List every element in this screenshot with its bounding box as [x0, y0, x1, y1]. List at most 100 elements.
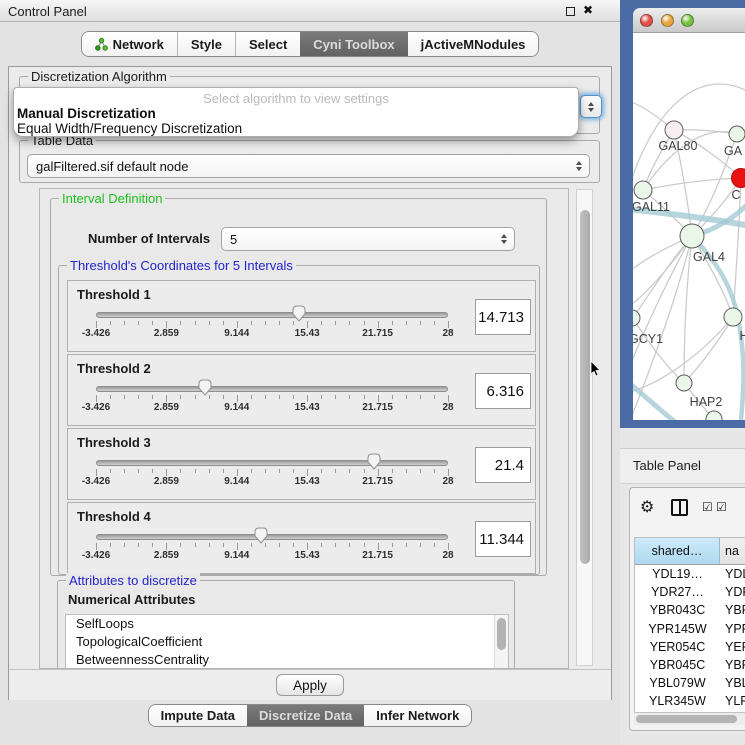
table-cell[interactable]: YDR27… — [635, 583, 720, 601]
scrollbar-thumb[interactable] — [497, 618, 506, 650]
slider-tick — [180, 469, 181, 473]
network-node-GAL80[interactable] — [665, 121, 683, 139]
table-row[interactable]: YER054CYER0 — [635, 638, 745, 656]
table-cell[interactable]: YDR2 — [720, 583, 745, 601]
threshold-value-field[interactable]: 14.713 — [475, 299, 531, 335]
network-node-GA[interactable] — [729, 126, 745, 142]
attribute-list-item[interactable]: TopologicalCoefficient — [66, 633, 508, 651]
tab-cyni-toolbox[interactable]: Cyni Toolbox — [300, 32, 407, 56]
number-of-intervals-combobox[interactable]: 5 — [221, 227, 515, 251]
slider-tick — [110, 543, 111, 547]
tab-network[interactable]: Network — [82, 32, 177, 56]
table-cell[interactable]: YER0 — [720, 638, 745, 656]
attribute-items: SelfLoopsTopologicalCoefficientBetweenne… — [66, 615, 508, 669]
scrollbar-thumb[interactable] — [636, 715, 737, 723]
table-cell[interactable]: YER054C — [635, 638, 720, 656]
slider-tick — [110, 395, 111, 399]
threshold-value-field[interactable]: 6.316 — [475, 373, 531, 409]
algorithm-combo-stepper[interactable] — [580, 95, 602, 118]
close-traffic-light[interactable] — [640, 14, 653, 27]
column-header-name[interactable]: na — [720, 538, 745, 565]
network-node-HAP2[interactable] — [676, 375, 692, 391]
float-window-icon[interactable] — [566, 7, 575, 16]
table-horizontal-scrollbar[interactable] — [634, 712, 745, 725]
network-window-titlebar[interactable] — [633, 8, 745, 33]
network-node-label: GA — [724, 144, 743, 158]
tab-select[interactable]: Select — [235, 32, 300, 56]
slider-track[interactable] — [96, 386, 448, 392]
slider-tick-label: 9.144 — [212, 402, 262, 413]
slider-tick-label: 28 — [423, 328, 473, 339]
attributes-scrollbar[interactable] — [494, 615, 508, 669]
table-row[interactable]: YBR045CYBR0 — [635, 656, 745, 674]
node-table[interactable]: shared… na YDL19…YDL1YDR27…YDR2YBR043CYB… — [634, 537, 745, 712]
slider-tick — [321, 469, 322, 473]
slider-tick — [166, 321, 167, 328]
slider-thumb[interactable] — [366, 453, 382, 470]
slider-track[interactable] — [96, 460, 448, 466]
table-cell[interactable]: YBR045C — [635, 656, 720, 674]
tab-impute-data[interactable]: Impute Data — [149, 705, 247, 726]
network-node-GCY1[interactable] — [633, 310, 640, 326]
menu-item-manual-discretization[interactable]: Manual Discretization — [17, 106, 156, 121]
slider-track[interactable] — [96, 312, 448, 318]
checkbox-icon[interactable]: ☑ — [702, 500, 713, 514]
attribute-list-item[interactable]: BetweennessCentrality — [66, 651, 508, 669]
split-columns-icon[interactable] — [671, 499, 688, 516]
tab-infer-network[interactable]: Infer Network — [364, 705, 471, 726]
slider-tick — [378, 395, 379, 402]
table-row[interactable]: YPR145WYPR1 — [635, 620, 745, 638]
scrollbar-thumb[interactable] — [580, 210, 590, 564]
table-cell[interactable]: YBR043C — [635, 601, 720, 619]
tab-jactivemnodules[interactable]: jActiveMNodules — [408, 32, 539, 56]
slider-tick — [392, 395, 393, 399]
numerical-attributes-list[interactable]: SelfLoopsTopologicalCoefficientBetweenne… — [65, 614, 509, 669]
network-node-H[interactable] — [724, 308, 742, 326]
table-toolbar: ⚙ ☑ ☑ — [630, 488, 745, 528]
table-row[interactable]: YDL19…YDL1 — [635, 565, 745, 583]
table-cell[interactable]: YLR3 — [720, 692, 745, 710]
table-cell[interactable]: YBL079W — [635, 674, 720, 692]
table-cell[interactable]: YPR145W — [635, 620, 720, 638]
table-row[interactable]: YLR345WYLR3 — [635, 692, 745, 710]
table-cell[interactable]: YBR0 — [720, 601, 745, 619]
network-node-GAL4[interactable] — [680, 224, 704, 248]
slider-tick — [180, 321, 181, 325]
table-cell[interactable]: YLR345W — [635, 692, 720, 710]
network-node-GAL11[interactable] — [634, 181, 652, 199]
network-canvas[interactable]: GAL80GACGAL11GAL4GCY1HHAP2 — [633, 33, 745, 420]
table-cell[interactable]: YDL1 — [720, 565, 745, 583]
minimize-traffic-light[interactable] — [661, 14, 674, 27]
table-cell[interactable]: YDL19… — [635, 565, 720, 583]
table-cell[interactable]: YPR1 — [720, 620, 745, 638]
slider-tick — [434, 543, 435, 547]
gear-icon[interactable]: ⚙ — [640, 497, 654, 517]
settings-scrollbar[interactable] — [576, 189, 593, 666]
slider-thumb[interactable] — [197, 379, 213, 396]
algorithm-dropdown-popup: Select algorithm to view settings Manual… — [13, 87, 579, 137]
slider-track[interactable] — [96, 534, 448, 540]
table-row[interactable]: YBL079WYBL0 — [635, 674, 745, 692]
slider-tick — [195, 543, 196, 547]
table-cell[interactable]: YBL0 — [720, 674, 745, 692]
tab-discretize-data[interactable]: Discretize Data — [247, 705, 364, 726]
slider-thumb[interactable] — [291, 305, 307, 322]
table-row[interactable]: YBR043CYBR0 — [635, 601, 745, 619]
slider-thumb[interactable] — [253, 527, 269, 544]
checkbox-icon[interactable]: ☑ — [716, 500, 727, 514]
table-data-combobox[interactable]: galFiltered.sif default node — [27, 154, 590, 178]
threshold-title: Threshold 1 — [77, 287, 151, 302]
slider-tick — [166, 543, 167, 550]
table-row[interactable]: YDR27…YDR2 — [635, 583, 745, 601]
menu-item-equal-width-frequency[interactable]: Equal Width/Frequency Discretization — [17, 121, 242, 136]
threshold-value-field[interactable]: 21.4 — [475, 447, 531, 483]
zoom-traffic-light[interactable] — [681, 14, 694, 27]
attribute-list-item[interactable]: SelfLoops — [66, 615, 508, 633]
slider-tick — [195, 469, 196, 473]
threshold-value-field[interactable]: 11.344 — [475, 521, 531, 557]
column-header-shared-name[interactable]: shared… — [635, 538, 720, 565]
tab-style[interactable]: Style — [177, 32, 235, 56]
table-cell[interactable]: YBR0 — [720, 656, 745, 674]
apply-button[interactable]: Apply — [276, 674, 344, 696]
close-icon[interactable]: ✖ — [583, 3, 593, 17]
